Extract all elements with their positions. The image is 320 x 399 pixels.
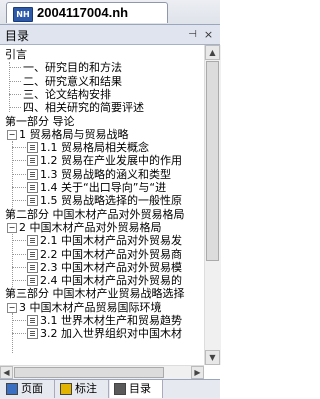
toc-item-label: 第一部分 导论 xyxy=(5,115,75,128)
tab-annotations[interactable]: 标注 xyxy=(56,380,109,398)
toc-item-label: 1.5 贸易战略选择的一般性原 xyxy=(40,194,182,207)
page-icon xyxy=(27,182,38,193)
close-icon[interactable]: × xyxy=(202,28,215,41)
page-icon xyxy=(27,195,38,206)
toc-item-label: 3 中国木材产品贸易国际环境 xyxy=(19,301,162,314)
tab-contents[interactable]: 目录 xyxy=(110,380,163,398)
tree-guide-line xyxy=(12,234,13,289)
page-icon xyxy=(27,169,38,180)
tab-pages[interactable]: 页面 xyxy=(2,380,55,398)
tree-connector xyxy=(12,333,26,334)
toc-item-label: 三、论文结构安排 xyxy=(23,88,111,101)
toc-item-label: 一、研究目的和方法 xyxy=(23,61,122,74)
toc-item-label: 2.1 中国木材产品对外贸易发 xyxy=(40,234,182,247)
page-icon xyxy=(27,275,38,286)
tab-label: 标注 xyxy=(75,382,97,395)
collapse-toggle-icon[interactable]: − xyxy=(7,223,17,233)
tree-connector xyxy=(12,147,26,148)
toc-item-label: 四、相关研究的简要评述 xyxy=(23,101,144,114)
tab-label: 目录 xyxy=(129,382,151,395)
page-icon xyxy=(27,328,38,339)
tree-guide-line xyxy=(12,313,13,353)
bottom-tab-bar: 页面 标注 目录 xyxy=(0,379,220,399)
collapse-toggle-icon[interactable]: − xyxy=(7,130,17,140)
tree-connector xyxy=(12,280,26,281)
pages-icon xyxy=(6,383,18,395)
tree-connector xyxy=(12,160,26,161)
scroll-left-arrow-icon[interactable]: ◀ xyxy=(0,366,13,379)
tree-connector xyxy=(9,67,21,68)
scroll-up-arrow-icon[interactable]: ▲ xyxy=(205,45,220,60)
tree-connector xyxy=(12,240,26,241)
tree-connector xyxy=(12,187,26,188)
tab-label: 页面 xyxy=(21,382,43,395)
collapse-toggle-icon[interactable]: − xyxy=(7,303,17,313)
horizontal-scrollbar[interactable]: ◀ ▶ xyxy=(0,365,204,379)
document-tab-strip: NH 2004117004.nh xyxy=(0,0,220,25)
page-icon xyxy=(27,315,38,326)
toc-item-label: 引言 xyxy=(5,48,27,61)
tree-connector xyxy=(12,200,26,201)
tree-connector xyxy=(12,254,26,255)
nh-file-icon: NH xyxy=(13,7,33,22)
annotation-pencil-icon xyxy=(60,383,72,395)
toc-item-label: 2.4 中国木材产品对外贸易的 xyxy=(40,274,182,287)
tree-connector xyxy=(9,94,21,95)
tree-connector xyxy=(9,81,21,82)
toc-item-label: 二、研究意义和结果 xyxy=(23,75,122,88)
toc-tree: 引言 一、研究目的和方法 二、研究意义和结果 三、论文结构安排 四、相关研究的简要评述第… xyxy=(0,45,204,365)
toc-item-label: 1.4 关于“出口导向”与“进 xyxy=(40,181,167,194)
panel-title: 目录 xyxy=(5,29,30,43)
toc-item-label: 2.3 中国木材产品对外贸易模 xyxy=(40,261,182,274)
page-icon xyxy=(27,155,38,166)
tree-guide-line xyxy=(9,62,10,112)
horizontal-scroll-thumb[interactable] xyxy=(14,367,164,378)
contents-icon xyxy=(114,383,126,395)
toc-item-label: 1.2 贸易在产业发展中的作用 xyxy=(40,154,182,167)
toc-item-label: 第三部分 中国木材产业贸易战略选择 xyxy=(5,287,185,300)
toc-item-label: 3.2 加入世界组织对中国木材 xyxy=(40,327,182,340)
toc-item-label: 3.1 世界木材生产和贸易趋势 xyxy=(40,314,182,327)
toc-item-label: 1.3 贸易战略的涵义和类型 xyxy=(40,168,171,181)
toc-item-label: 第二部分 中国木材产品对外贸易格局 xyxy=(5,208,185,221)
document-tab[interactable]: NH 2004117004.nh xyxy=(6,2,168,23)
page-icon xyxy=(27,142,38,153)
tree-connector xyxy=(12,174,26,175)
tree-guide-line xyxy=(12,141,13,209)
tree-connector xyxy=(12,320,26,321)
toc-item-label: 1.1 贸易格局相关概念 xyxy=(40,141,149,154)
vertical-scrollbar[interactable]: ▲ ▼ xyxy=(204,45,221,365)
toc-item-label: 2 中国木材产品对外贸易格局 xyxy=(19,221,162,234)
document-title: 2004117004.nh xyxy=(37,5,129,20)
toc-item-label: 1 贸易格局与贸易战略 xyxy=(19,128,129,141)
panel-header: 目录 ⊣ × xyxy=(0,25,220,45)
page-icon xyxy=(27,249,38,260)
tree-connector xyxy=(9,107,21,108)
scroll-right-arrow-icon[interactable]: ▶ xyxy=(191,366,204,379)
scroll-down-arrow-icon[interactable]: ▼ xyxy=(205,350,220,365)
tree-connector xyxy=(12,267,26,268)
toc-item-label: 2.2 中国木材产品对外贸易商 xyxy=(40,248,182,261)
vertical-scroll-thumb[interactable] xyxy=(206,61,219,261)
page-icon xyxy=(27,235,38,246)
pin-icon[interactable]: ⊣ xyxy=(186,28,199,41)
page-icon xyxy=(27,262,38,273)
